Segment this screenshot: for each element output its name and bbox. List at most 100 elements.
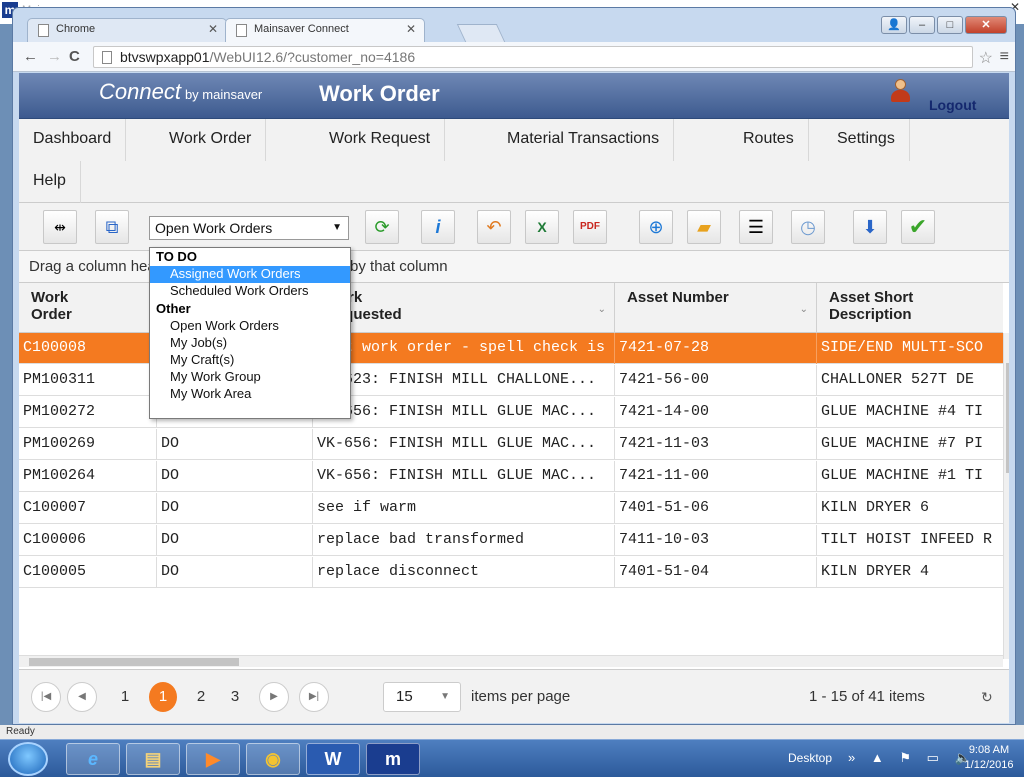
forward-arrow-icon[interactable]: → — [47, 48, 62, 65]
start-button[interactable] — [8, 742, 48, 776]
header-asset-number[interactable]: Asset Number ⌄ — [615, 283, 817, 333]
user-avatar-icon[interactable] — [889, 79, 911, 103]
taskbar: e ▤ ▶ ◉ W m Desktop » ▲ ⚑ ▭ 🔈 9:08 AM 1/… — [0, 739, 1024, 777]
undo-arrow-icon: ↶ — [486, 217, 502, 237]
column-resize-button[interactable]: ⇹ — [43, 210, 77, 244]
new-record-button[interactable]: ⊕ — [639, 210, 673, 244]
cell-work-order: C100005 — [19, 557, 157, 588]
last-page-button[interactable]: ▶| — [299, 682, 329, 712]
excel-icon: X — [537, 219, 547, 235]
table-row[interactable]: C100007 DO see if warm 7401-51-06 KILN D… — [19, 493, 1003, 524]
header-asset-short-description[interactable]: Asset Short Description — [817, 283, 1003, 333]
resize-icon: ⇹ — [54, 219, 66, 235]
cell-asset-number: 7421-11-03 — [615, 429, 817, 460]
minimize-button[interactable]: – — [909, 16, 935, 34]
menu-material-transactions[interactable]: Material Transactions — [493, 119, 675, 161]
option-my-jobs[interactable]: My Job(s) — [150, 335, 350, 352]
tab-label: Mainsaver Connect — [254, 23, 349, 35]
table-row[interactable]: PM100269 DO VK-656: FINISH MILL GLUE MAC… — [19, 429, 1003, 460]
checkmark-icon: ✔ — [908, 214, 928, 239]
cell-work-requested: VK-656: FINISH MILL GLUE MAC... — [313, 429, 615, 460]
cell-work-order: C100008 — [19, 333, 157, 364]
internet-explorer-icon[interactable]: e — [66, 743, 120, 775]
chevron-down-icon: ⌄ — [799, 304, 808, 315]
tab-close-icon[interactable]: ✕ — [406, 22, 416, 36]
header-work-requested[interactable]: WorkRequested⌄ — [313, 283, 615, 333]
menu-settings[interactable]: Settings — [823, 119, 910, 161]
back-arrow-icon[interactable]: ← — [23, 48, 38, 65]
cell-asset-number: 7421-07-28 — [615, 333, 817, 364]
scrollbar-thumb[interactable] — [29, 658, 239, 666]
cell-work-requested: VK-623: FINISH MILL CHALLONE... — [313, 365, 615, 396]
assign-button[interactable]: ⬇ — [853, 210, 887, 244]
export-pdf-button[interactable]: PDF — [573, 210, 607, 244]
export-excel-button[interactable]: X — [525, 210, 559, 244]
media-player-icon[interactable]: ▶ — [186, 743, 240, 775]
option-open-work-orders[interactable]: Open Work Orders — [150, 318, 350, 335]
refresh-button[interactable]: ⟳ — [365, 210, 399, 244]
info-button[interactable]: i — [421, 210, 455, 244]
popout-button[interactable]: ⧉ — [95, 210, 129, 244]
system-tray-icons[interactable]: » ▲ ⚑ ▭ 🔈 — [848, 750, 977, 766]
chrome-menu-icon[interactable]: ≡ — [1000, 48, 1009, 66]
grid-vertical-scrollbar[interactable] — [1003, 333, 1009, 659]
cell-work-order: PM100272 — [19, 397, 157, 428]
previous-page-button[interactable]: ◀ — [67, 682, 97, 712]
cell-asset-number: 7401-51-04 — [615, 557, 817, 588]
taskbar-clock[interactable]: 9:08 AM 1/12/2016 — [960, 743, 1018, 773]
page-size-select[interactable]: 15 ▼ — [383, 682, 461, 712]
option-my-work-area[interactable]: My Work Area — [150, 386, 350, 403]
menu-work-request[interactable]: Work Request — [315, 119, 446, 161]
undo-button[interactable]: ↶ — [477, 210, 511, 244]
url-input[interactable]: btvswpxapp01/WebUI12.6/?customer_no=4186 — [93, 46, 973, 68]
brand-by: by mainsaver — [184, 87, 263, 102]
tab-close-icon[interactable]: ✕ — [208, 22, 218, 36]
cell-work-order: PM100264 — [19, 461, 157, 492]
chrome-icon[interactable]: ◉ — [246, 743, 300, 775]
scrollbar-thumb[interactable] — [1006, 363, 1009, 473]
open-folder-button[interactable]: ▰ — [687, 210, 721, 244]
menu-work-order[interactable]: Work Order — [155, 119, 267, 161]
option-scheduled-work-orders[interactable]: Scheduled Work Orders — [150, 283, 350, 300]
pager: |◀ ◀ 1 1 2 3 ▶ ▶| 15 ▼ items per page 1 -… — [19, 669, 1009, 723]
user-profile-button[interactable]: 👤 — [881, 16, 907, 34]
tab-chrome[interactable]: Chrome ✕ — [27, 18, 227, 42]
complete-button[interactable]: ✔ — [901, 210, 935, 244]
menu-help[interactable]: Help — [19, 161, 81, 203]
page-2-link[interactable]: 2 — [187, 682, 215, 712]
new-tab-button[interactable] — [456, 24, 506, 42]
list-view-button[interactable]: ☰ — [739, 210, 773, 244]
page-1-link[interactable]: 1 — [111, 682, 139, 712]
schedule-button[interactable]: ◷ — [791, 210, 825, 244]
tab-mainsaver-connect[interactable]: Mainsaver Connect ✕ — [225, 18, 425, 42]
option-my-crafts[interactable]: My Craft(s) — [150, 352, 350, 369]
first-page-button[interactable]: |◀ — [31, 682, 61, 712]
pager-refresh-icon[interactable]: ↻ — [981, 682, 993, 712]
view-select[interactable]: Open Work Orders ▼ — [149, 216, 349, 240]
page-3-link[interactable]: 3 — [221, 682, 249, 712]
table-row[interactable]: PM100264 DO VK-656: FINISH MILL GLUE MAC… — [19, 461, 1003, 492]
word-icon[interactable]: W — [306, 743, 360, 775]
mainsaver-icon[interactable]: m — [366, 743, 420, 775]
next-page-button[interactable]: ▶ — [259, 682, 289, 712]
option-my-work-group[interactable]: My Work Group — [150, 369, 350, 386]
header-work-order[interactable]: Work Order — [19, 283, 157, 333]
table-row[interactable]: C100006 DO replace bad transformed 7411-… — [19, 525, 1003, 556]
close-button[interactable]: ✕ — [965, 16, 1007, 34]
tab-strip: Chrome ✕ Mainsaver Connect ✕ 👤 – □ ✕ — [13, 8, 1015, 42]
table-row[interactable]: C100005 DO replace disconnect 7401-51-04… — [19, 557, 1003, 588]
option-assigned-work-orders[interactable]: Assigned Work Orders — [150, 266, 350, 283]
address-bar: ← → C btvswpxapp01/WebUI12.6/?customer_n… — [13, 42, 1015, 72]
logout-link[interactable]: Logout — [929, 97, 976, 113]
desktop-toolbar-label[interactable]: Desktop — [788, 751, 832, 765]
maximize-button[interactable]: □ — [937, 16, 963, 34]
bookmark-star-icon[interactable]: ☆ — [979, 48, 993, 68]
brand-logo[interactable]: Connect by mainsaver — [99, 79, 262, 105]
menu-dashboard[interactable]: Dashboard — [19, 119, 127, 161]
cell-asset-description: SIDE/END MULTI-SCO — [821, 339, 984, 356]
reload-icon[interactable]: C — [69, 48, 80, 65]
menu-routes[interactable]: Routes — [729, 119, 809, 161]
cell-asset-number: 7421-14-00 — [615, 397, 817, 428]
file-explorer-icon[interactable]: ▤ — [126, 743, 180, 775]
grid-horizontal-scrollbar[interactable] — [19, 655, 1003, 667]
